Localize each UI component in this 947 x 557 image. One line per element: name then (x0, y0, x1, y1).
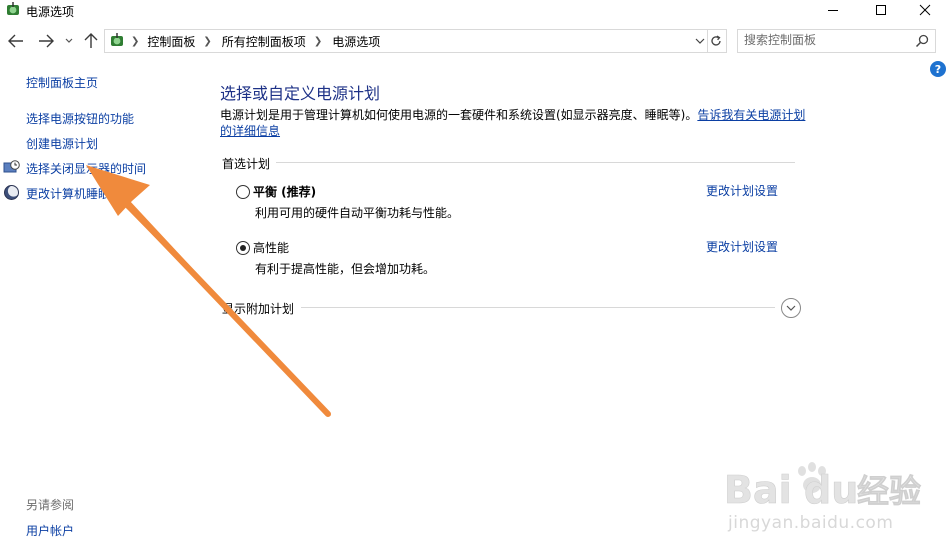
help-button[interactable]: ? (930, 61, 946, 77)
chevron-down-icon (695, 38, 705, 44)
breadcrumb-control-panel[interactable]: 控制面板 (147, 33, 195, 50)
watermark-url: jingyan.baidu.com (728, 513, 894, 533)
minimize-icon (828, 10, 838, 11)
search-box[interactable] (737, 29, 936, 53)
preferred-plans-heading: 首选计划 (222, 157, 271, 171)
see-also-heading: 另请参阅 (26, 498, 75, 512)
monitor-clock-icon (3, 159, 20, 176)
plan-high-performance-settings-link[interactable]: 更改计划设置 (706, 238, 778, 255)
page-title: 选择或自定义电源计划 (220, 84, 381, 103)
page-description: 电源计划是用于管理计算机如何使用电源的一套硬件和系统设置(如显示器亮度、睡眠等)… (220, 107, 810, 139)
description-text: 电源计划是用于管理计算机如何使用电源的一套硬件和系统设置(如显示器亮度、睡眠等)… (220, 108, 698, 122)
sidebar-item-power-button[interactable]: 选择电源按钮的功能 (26, 110, 134, 127)
plan-high-performance-name[interactable]: 高性能 (253, 239, 289, 256)
svg-text:Bai: Bai (724, 468, 792, 512)
control-panel-home-link[interactable]: 控制面板主页 (26, 74, 98, 91)
baidu-watermark: Bai du 经验 jingyan.baidu.com (722, 455, 937, 545)
recent-locations-button[interactable] (62, 31, 76, 51)
breadcrumb-all-items[interactable]: 所有控制面板项 (222, 33, 306, 50)
back-button[interactable] (6, 31, 26, 51)
sidebar-item-create-plan[interactable]: 创建电源计划 (26, 135, 98, 152)
breadcrumb: ❯ 控制面板 ❯ 所有控制面板项 ❯ 电源选项 (131, 33, 380, 50)
forward-button[interactable] (36, 31, 56, 51)
control-panel-icon (107, 31, 127, 51)
radio-selected-dot (240, 245, 246, 251)
show-additional-plans-heading[interactable]: 显示附加计划 (222, 300, 294, 317)
chevron-down-icon (65, 38, 73, 43)
address-bar[interactable]: ❯ 控制面板 ❯ 所有控制面板项 ❯ 电源选项 (104, 29, 708, 53)
breadcrumb-power-options[interactable]: 电源选项 (332, 33, 380, 50)
baidu-logo: Bai du 经验 (724, 462, 921, 512)
search-input[interactable] (744, 32, 909, 48)
refresh-button[interactable] (706, 29, 727, 53)
sidebar-item-display-off-time[interactable]: 选择关闭显示器的时间 (26, 160, 146, 177)
plan-high-performance-description: 有利于提高性能，但会增加功耗。 (255, 262, 436, 276)
maximize-icon (876, 5, 886, 15)
minimize-button[interactable] (810, 0, 856, 20)
chevron-right-icon: ❯ (131, 36, 140, 47)
window-title: 电源选项 (26, 5, 75, 19)
moon-icon (3, 184, 20, 201)
sidebar-item-sleep-time[interactable]: 更改计算机睡眠时间 (26, 185, 134, 202)
expand-additional-plans-button[interactable] (781, 298, 801, 318)
svg-text:经验: 经验 (857, 472, 921, 510)
arrow-left-icon (8, 34, 23, 48)
svg-text:du: du (804, 468, 858, 512)
up-button[interactable] (82, 31, 100, 51)
section-divider (301, 307, 775, 308)
plan-balanced-name[interactable]: 平衡 (推荐) (253, 183, 316, 200)
arrow-right-icon (39, 34, 54, 48)
chevron-down-icon (786, 305, 796, 311)
power-options-icon (4, 1, 22, 19)
arrow-up-icon (84, 33, 98, 48)
refresh-icon (711, 35, 721, 46)
question-mark-icon: ? (934, 62, 942, 76)
plan-balanced-settings-link[interactable]: 更改计划设置 (706, 182, 778, 199)
close-icon (919, 4, 931, 16)
plan-high-performance-radio[interactable] (236, 241, 250, 255)
maximize-button[interactable] (858, 0, 904, 20)
user-accounts-link[interactable]: 用户帐户 (26, 522, 74, 539)
plan-balanced-radio[interactable] (236, 185, 250, 199)
chevron-right-icon[interactable]: ❯ (203, 36, 211, 47)
address-dropdown-button[interactable] (693, 33, 707, 49)
navigation-bar: ❯ 控制面板 ❯ 所有控制面板项 ❯ 电源选项 (0, 27, 947, 55)
search-icon[interactable] (914, 33, 930, 49)
chevron-right-icon[interactable]: ❯ (314, 36, 322, 47)
plan-balanced-description: 利用可用的硬件自动平衡功耗与性能。 (255, 206, 460, 220)
close-button[interactable] (902, 0, 947, 20)
section-divider (276, 162, 795, 163)
title-bar: 电源选项 (0, 0, 947, 22)
